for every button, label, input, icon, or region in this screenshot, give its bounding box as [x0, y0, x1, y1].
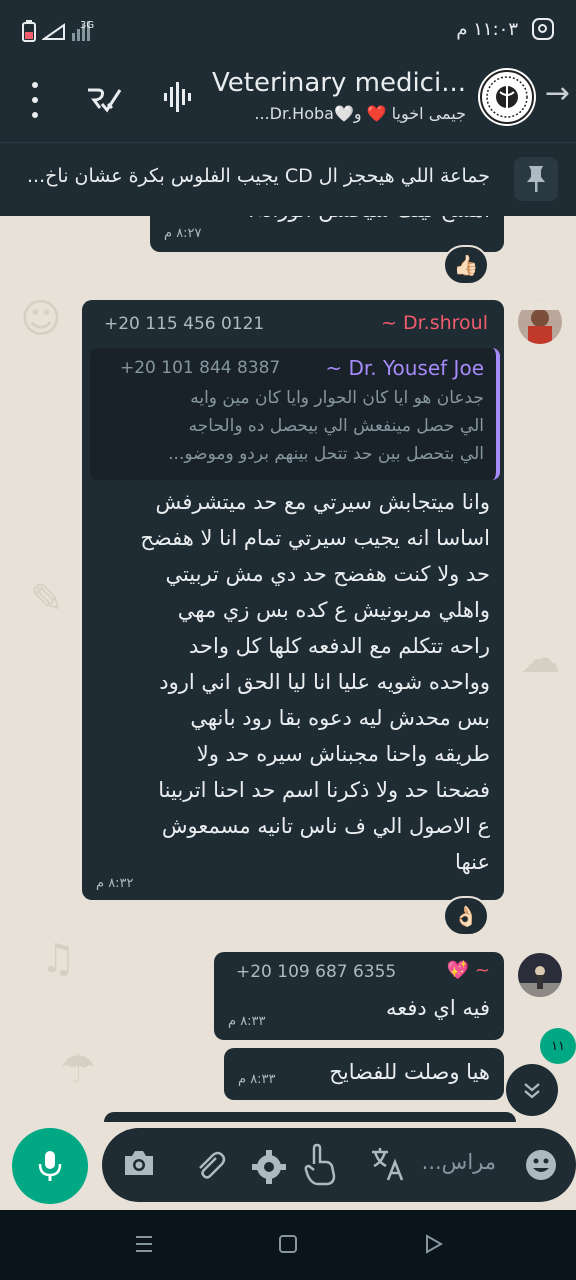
unread-count: ١١ — [551, 1038, 565, 1054]
message-line: اساسا انه يجيب سيرتي تمام انا لا هفضح — [140, 526, 490, 550]
quoted-line: الي بتحصل بين حد تتحل بينهم بردو وموضو..… — [168, 444, 484, 464]
status-right: ١١:٠٣ م — [456, 18, 554, 40]
chat-area[interactable]: ☺ ✎ ☁ ♫ ☂ امسح لينك سيحسن الوراثة! ٨:٢٧ … — [0, 216, 576, 1122]
sender-name[interactable]: 💖 ~ — [447, 960, 490, 981]
input-bar: مراس... — [0, 1122, 576, 1210]
wallpaper-doodle: ✎ — [30, 576, 64, 622]
attach-icon[interactable] — [192, 1148, 226, 1182]
pin-icon[interactable] — [514, 157, 558, 201]
quoted-line: الي حصل مينفعش الي بيحصل ده والحاجه — [188, 416, 484, 436]
message-line: راحه تتكلم مع الدفعه كلها كل واحد — [189, 634, 490, 658]
quoted-sender-name: ~ Dr. Yousef Joe — [325, 356, 484, 380]
back-icon[interactable] — [424, 1234, 444, 1254]
reaction-badge[interactable]: 👌🏻 — [443, 896, 489, 936]
message-line: وانا ميتجابش سيرتي مع حد ميتشرفش — [155, 490, 490, 514]
sender-phone: +20 109 687 6355 — [236, 962, 397, 982]
message-line: وواحده شويه عليا انا ليا الحق اني ارود — [159, 670, 490, 694]
sender-avatar[interactable] — [518, 953, 562, 997]
pinned-message-bar[interactable]: جماعة اللي هيحجز ال CD يجيب الفلوس بكرة … — [0, 142, 576, 216]
message-body: وانا ميتجابش سيرتي مع حد ميتشرفش اساسا ا… — [94, 484, 490, 880]
message-line: ع الاصول الي ف ناس تانيه مسمعوش — [161, 814, 490, 838]
mic-button[interactable] — [12, 1128, 88, 1204]
message-text: فيه اي دفعه — [385, 996, 490, 1020]
network-label: 3G — [80, 19, 95, 31]
message-bubble[interactable]: ~ Dr.shroul +20 115 456 0121 ~ Dr. Youse… — [82, 300, 504, 900]
group-avatar[interactable] — [478, 68, 536, 126]
translate-icon[interactable] — [370, 1146, 406, 1182]
system-nav-bar — [0, 1210, 576, 1280]
message-line: حد ولا كنت هفضح حد دي مش تربيتي — [165, 562, 490, 586]
camera-icon[interactable] — [122, 1148, 156, 1178]
more-options-icon[interactable] — [28, 82, 42, 118]
emoji-icon[interactable] — [524, 1148, 558, 1182]
recents-icon[interactable] — [134, 1234, 154, 1254]
message-time: ٨:٣٣ م — [228, 1014, 266, 1029]
sender-name[interactable]: ~ Dr.shroul — [381, 312, 488, 334]
message-text: هيا وصلت للفضايح — [329, 1060, 490, 1084]
pinned-message-text[interactable]: جماعة اللي هيحجز ال CD يجيب الفلوس بكرة … — [20, 165, 490, 187]
status-left: 3G — [22, 20, 94, 42]
message-line: واهلي مربونيش ع كده بس زي مهي — [177, 598, 490, 622]
quoted-sender-phone: +20 101 844 8387 — [120, 358, 281, 378]
message-line: فضحنا حد ولا ذكرنا اسم حد احنا اتربينا — [158, 778, 490, 802]
sender-avatar[interactable] — [518, 300, 562, 344]
sender-phone: +20 115 456 0121 — [104, 314, 265, 334]
unread-badge[interactable]: ١١ — [540, 1028, 576, 1064]
message-time: ٨:٣٢ م — [96, 876, 134, 891]
wifi-off-icon — [42, 23, 65, 40]
status-time: ١١:٠٣ م — [456, 18, 518, 40]
message-placeholder: مراس... — [421, 1150, 496, 1174]
scroll-down-button[interactable] — [506, 1064, 558, 1116]
message-line: عنها — [455, 850, 490, 874]
group-title[interactable]: Veterinary medici... — [196, 68, 466, 98]
message-time: ٨:٢٧ م — [164, 226, 202, 241]
message-line: طريقه واحنا مجبناش سيره حد ولا — [196, 742, 490, 766]
chat-header: Veterinary medici... جيمى اخويا ❤️ و🤍Dr.… — [0, 62, 576, 142]
mic-icon — [38, 1151, 62, 1181]
message-line: بس محدش ليه دعوه بقا رود بانهي — [190, 706, 490, 730]
message-input[interactable]: مراس... — [102, 1128, 576, 1202]
battery-icon — [22, 20, 36, 42]
message-bubble[interactable]: امسح لينك سيحسن الوراثة! ٨:٢٧ م — [150, 216, 504, 252]
read-receipt-icon[interactable] — [84, 82, 124, 116]
wallpaper-doodle: ☁ — [520, 636, 560, 682]
message-text: امسح لينك سيحسن الوراثة! — [170, 216, 490, 228]
back-arrow-icon[interactable]: → — [545, 76, 570, 111]
status-bar: 3G ١١:٠٣ م — [0, 0, 576, 62]
message-bubble[interactable] — [104, 1112, 516, 1122]
message-bubble[interactable]: هيا وصلت للفضايح ٨:٣٣ م — [224, 1048, 504, 1100]
quoted-message[interactable]: ~ Dr. Yousef Joe +20 101 844 8387 جدعان … — [90, 348, 500, 480]
audio-call-icon[interactable] — [162, 80, 194, 114]
message-bubble[interactable]: 💖 ~ +20 109 687 6355 فيه اي دفعه ٨:٣٣ م — [214, 952, 504, 1040]
reaction-badge[interactable]: 👍🏻 — [443, 245, 489, 285]
message-time: ٨:٣٣ م — [238, 1072, 276, 1087]
home-icon[interactable] — [278, 1234, 298, 1254]
chevron-double-down-icon — [524, 1083, 540, 1099]
quoted-line: جدعان هو ايا كان الحوار وايا كان مين واي… — [190, 388, 484, 408]
wallpaper-doodle: ☺ — [20, 296, 62, 342]
instagram-icon — [532, 18, 554, 40]
touch-icon[interactable] — [300, 1142, 342, 1188]
wallpaper-doodle: ☂ — [60, 1046, 96, 1092]
wallpaper-doodle: ♫ — [40, 936, 76, 982]
gear-icon[interactable] — [250, 1148, 288, 1186]
group-members[interactable]: جيمى اخويا ❤️ و🤍Dr.Hoba... — [196, 104, 466, 123]
